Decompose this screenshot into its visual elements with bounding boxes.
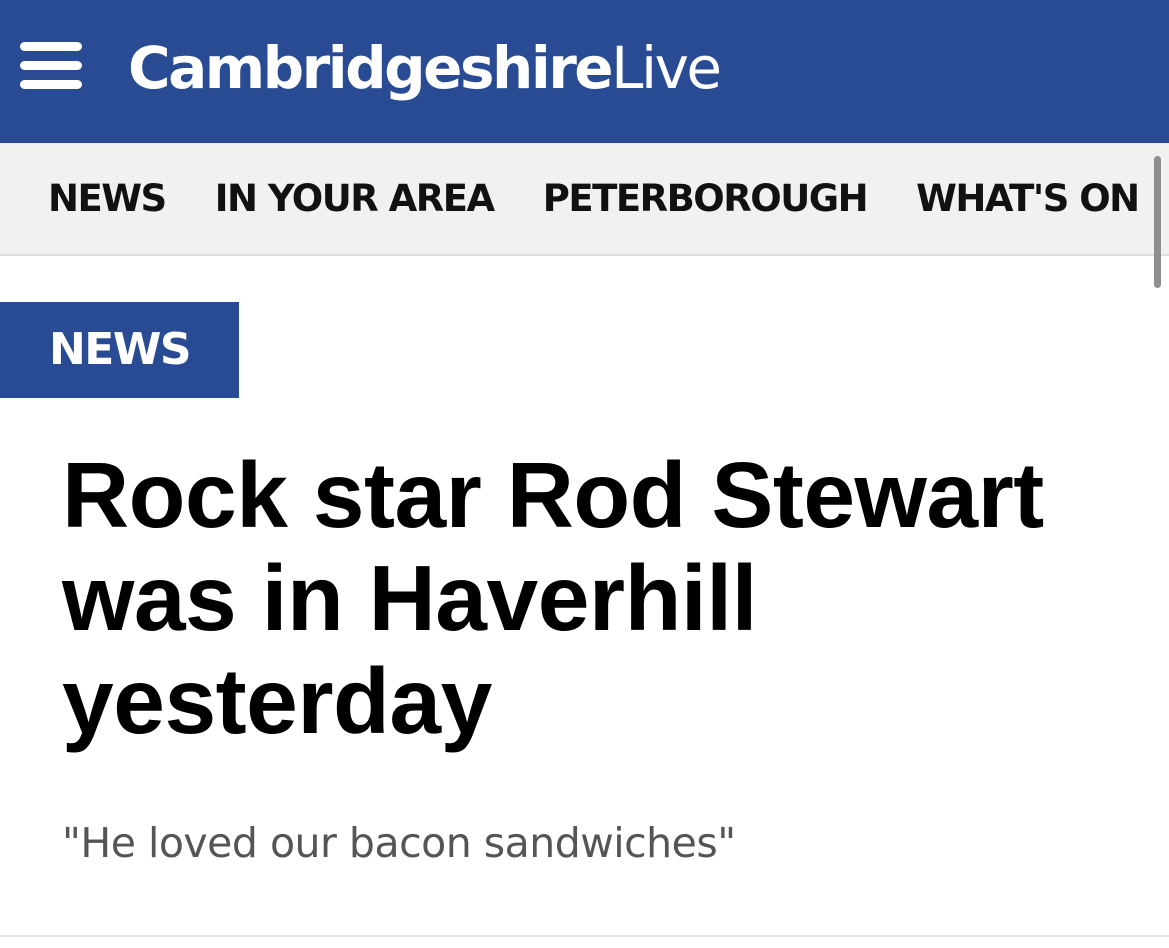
scrollbar[interactable]: [1154, 156, 1161, 288]
nav-items: NEWS IN YOUR AREA PETERBOROUGH WHAT'S ON…: [48, 143, 1169, 254]
logo-suffix-text: Live: [611, 34, 722, 102]
menu-bar-bottom: [20, 80, 82, 89]
article-headline: Rock star Rod Stewart was in Haverhill y…: [62, 443, 1044, 753]
logo-brand-text: Cambridgeshire: [128, 34, 614, 102]
nav-item-peterborough[interactable]: PETERBOROUGH: [543, 177, 869, 220]
site-logo[interactable]: CambridgeshireLive: [128, 28, 722, 108]
site-header: CambridgeshireLive: [0, 0, 1169, 143]
article-subheadline: "He loved our bacon sandwiches": [62, 819, 736, 867]
menu-bar-top: [20, 42, 82, 51]
nav-item-in-your-area[interactable]: IN YOUR AREA: [215, 177, 496, 220]
nav-item-whats-on[interactable]: WHAT'S ON: [916, 177, 1140, 220]
section-nav: NEWS IN YOUR AREA PETERBOROUGH WHAT'S ON…: [0, 143, 1169, 256]
section-tag-news[interactable]: NEWS: [0, 302, 239, 398]
nav-item-news[interactable]: NEWS: [48, 177, 167, 220]
hamburger-menu-icon[interactable]: [20, 42, 82, 90]
menu-bar-middle: [20, 61, 82, 70]
divider: [0, 935, 1169, 937]
